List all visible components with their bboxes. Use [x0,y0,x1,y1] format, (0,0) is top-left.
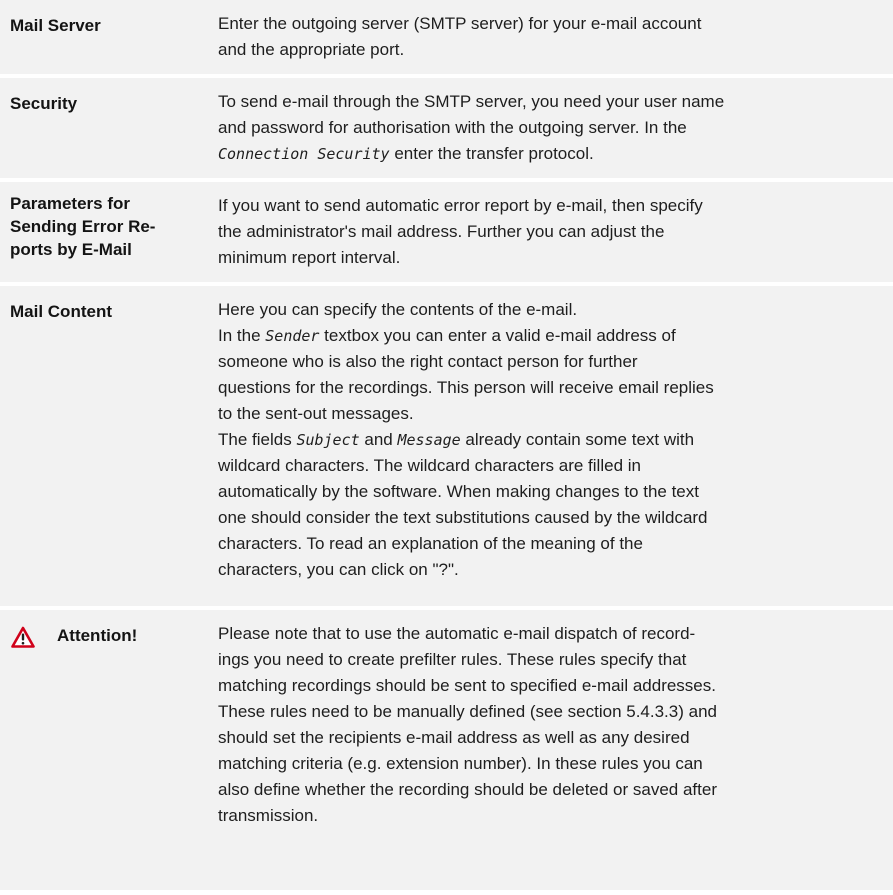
description-line: should set the recipients e-mail address… [218,728,690,747]
field-name-sender: Sender [265,327,320,345]
description-line: matching recordings should be sent to sp… [218,676,716,695]
description-line: minimum report interval. [218,248,401,267]
row-description: Please note that to use the automatic e-… [218,610,881,890]
description-line: characters. To read an explanation of th… [218,534,643,553]
row-description: Here you can specify the contents of the… [218,286,881,606]
attention-label: Attention! [10,624,218,648]
field-name-subject: Subject [296,431,360,449]
description-line: transmission. [218,806,319,825]
description-line: The fields Subject and Message already c… [218,427,871,453]
description-line: and the appropriate port. [218,40,405,59]
description-text: The fields [218,430,297,449]
description-line: wildcard characters. The wildcard charac… [218,456,641,475]
description-line: These rules need to be manually defined … [218,702,717,721]
row-term: Mail Content [10,302,112,321]
definition-table: Mail Server Enter the outgoing server (S… [0,0,893,890]
description-line: one should consider the text substitutio… [218,508,708,527]
term-line: Sending Error Re- [10,217,156,236]
field-name-message: Message [397,431,461,449]
description-line: automatically by the software. When maki… [218,482,699,501]
description-line: questions for the recordings. This perso… [218,378,714,397]
row-description: To send e-mail through the SMTP server, … [218,78,881,178]
field-name-connection-security: Connection Security [218,145,390,163]
description-line: If you want to send automatic error repo… [218,196,703,215]
description-line: Connection Security enter the transfer p… [218,141,871,167]
description-line: Enter the outgoing server (SMTP server) … [218,14,702,33]
row-description: If you want to send automatic error repo… [218,182,881,282]
description-line: the administrator's mail address. Furthe… [218,222,665,241]
description-text: and [359,430,398,449]
row-term: Attention! [0,610,218,890]
description-line: also define whether the recording should… [218,780,717,799]
row-term: Security [10,94,78,113]
description-line: characters, you can click on "?". [218,560,459,579]
description-line: ings you need to create prefilter rules.… [218,650,687,669]
description-line: to the sent-out messages. [218,404,414,423]
description-line: Here you can specify the contents of the… [218,300,578,319]
table-row-mail-server: Mail Server Enter the outgoing server (S… [0,0,893,74]
table-row-error-reports: Parameters for Sending Error Re- ports b… [0,182,893,282]
description-text: In the [218,326,266,345]
table-row-security: Security To send e-mail through the SMTP… [0,78,893,178]
description-text: already contain some text with [460,430,695,449]
row-term: Parameters for Sending Error Re- ports b… [0,182,218,282]
description-line: matching criteria (e.g. extension number… [218,754,703,773]
description-line: and password for authorisation with the … [218,118,687,137]
description-line: In the Sender textbox you can enter a va… [218,323,871,349]
description-line: Please note that to use the automatic e-… [218,624,696,643]
table-row-attention: Attention! Please note that to use the a… [0,610,893,890]
attention-heading: Attention! [57,626,138,645]
description-text: textbox you can enter a valid e-mail add… [319,326,676,345]
description-line: someone who is also the right contact pe… [218,352,638,371]
description-text: enter the transfer protocol. [389,144,594,163]
table-row-mail-content: Mail Content Here you can specify the co… [0,286,893,606]
row-term: Mail Server [10,16,101,35]
row-description: Enter the outgoing server (SMTP server) … [218,0,881,74]
description-line: To send e-mail through the SMTP server, … [218,92,725,111]
warning-triangle-icon [11,626,35,648]
term-line: Parameters for [10,194,131,213]
term-line: ports by E-Mail [10,240,132,259]
